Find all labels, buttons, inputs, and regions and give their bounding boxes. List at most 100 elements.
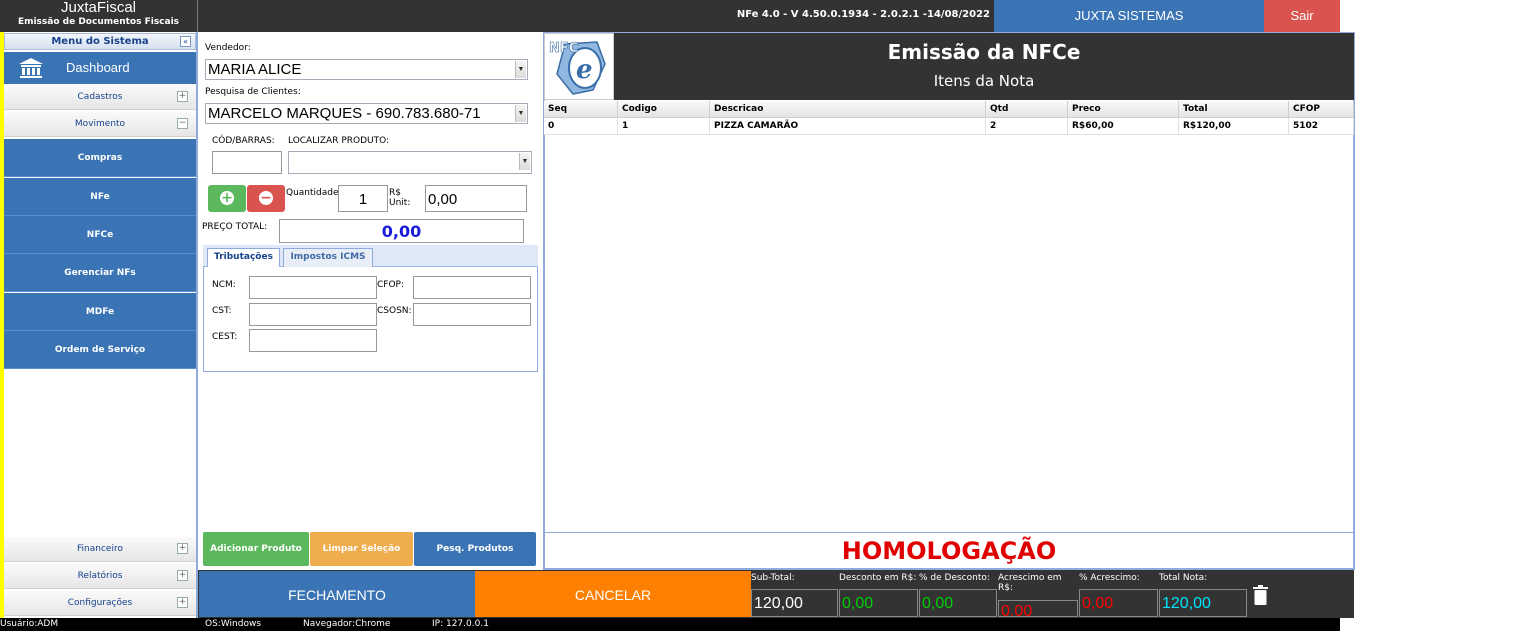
preco-total-value: 0,00 xyxy=(279,219,524,243)
column-header-seq[interactable]: Seq xyxy=(544,101,618,118)
column-header-total[interactable]: Total xyxy=(1179,101,1289,118)
ncm-input[interactable] xyxy=(249,276,377,299)
remove-quantity-button[interactable]: − xyxy=(247,185,285,212)
dashboard-label: Dashboard xyxy=(66,60,130,75)
status-os: OS:Windows xyxy=(205,619,262,629)
quantidade-input[interactable]: 1 xyxy=(338,185,388,212)
cest-input[interactable] xyxy=(249,329,377,352)
sidebar-item-label: Configurações xyxy=(67,598,133,608)
sidebar-item-nfce[interactable]: NFCe xyxy=(4,216,196,254)
sidebar-item-compras[interactable]: Compras xyxy=(4,139,196,177)
table-cell-cfop[interactable]: 5102 xyxy=(1289,118,1354,135)
cst-input[interactable] xyxy=(249,303,377,326)
chevron-down-icon[interactable]: ▼ xyxy=(519,153,530,170)
cfop-input[interactable] xyxy=(413,276,531,299)
menu-title: Menu do Sistema xyxy=(4,33,196,50)
desconto-pct-label: % de Desconto: xyxy=(919,573,990,583)
sidebar-item-movimento[interactable]: Movimento − xyxy=(4,112,196,137)
table-cell-qtd[interactable]: 2 xyxy=(986,118,1068,135)
cliente-value: MARCELO MARQUES - 690.783.680-71 xyxy=(208,105,481,122)
version-text: NFe 4.0 - V 4.50.0.1934 - 2.0.2.1 -14/08… xyxy=(736,9,990,20)
total-nota-value: 120,00 xyxy=(1159,589,1247,617)
sidebar-item-ordem-servico[interactable]: Ordem de Serviço xyxy=(4,331,196,369)
acrescimo-rs-label: Acrescimo em R$: xyxy=(998,573,1062,593)
sidebar-item-configuracoes[interactable]: Configurações + xyxy=(4,591,196,616)
preco-total-label: PREÇO TOTAL: xyxy=(202,222,268,232)
pesq-produtos-button[interactable]: Pesq. Produtos xyxy=(414,532,536,566)
status-ip: IP: 127.0.0.1 xyxy=(432,619,489,629)
sidebar-item-label: Cadastros xyxy=(77,92,123,102)
acrescimo-pct-input[interactable]: 0,00 xyxy=(1079,589,1158,617)
unit-label-text: Unit: xyxy=(389,198,411,208)
ncm-label: NCM: xyxy=(212,280,236,290)
desconto-rs-input[interactable]: 0,00 xyxy=(839,589,918,617)
sidebar-item-label: Movimento xyxy=(74,119,126,129)
chevron-down-icon[interactable]: ▼ xyxy=(515,61,526,78)
localizar-label: LOCALIZAR PRODUTO: xyxy=(288,136,390,146)
logo-e-text: e xyxy=(576,55,593,85)
cliente-select[interactable]: MARCELO MARQUES - 690.783.680-71 ▼ xyxy=(205,103,528,124)
vendedor-select[interactable]: MARIA ALICE ▼ xyxy=(205,59,528,80)
desconto-rs-label: Desconto em R$: xyxy=(839,573,917,583)
tab-tributacoes[interactable]: Tributações xyxy=(207,248,280,267)
sidebar-item-relatorios[interactable]: Relatórios + xyxy=(4,564,196,589)
collapse-icon[interactable]: − xyxy=(177,118,188,129)
column-header-codigo[interactable]: Codigo xyxy=(618,101,710,118)
sidebar-item-mdfe[interactable]: MDFe xyxy=(4,293,196,331)
dashboard-button[interactable]: Dashboard xyxy=(4,52,196,84)
plus-circle-icon: + xyxy=(220,190,234,206)
tab-impostos-icms[interactable]: Impostos ICMS xyxy=(283,248,373,267)
subtotal-value: 120,00 xyxy=(751,589,838,617)
expand-icon[interactable]: + xyxy=(177,91,188,102)
cliente-label: Pesquisa de Clientes: xyxy=(205,87,301,97)
column-header-cfop[interactable]: CFOP xyxy=(1289,101,1354,118)
trash-icon[interactable] xyxy=(1253,585,1268,605)
nfce-logo: NFC e xyxy=(544,33,614,100)
csosn-input[interactable] xyxy=(413,303,531,326)
expand-icon[interactable]: + xyxy=(177,543,188,554)
table-cell-preco[interactable]: R$60,00 xyxy=(1068,118,1179,135)
subtotal-label: Sub-Total: xyxy=(751,573,795,583)
expand-icon[interactable]: + xyxy=(177,597,188,608)
table-cell-total[interactable]: R$120,00 xyxy=(1179,118,1289,135)
page-subtitle: Itens da Nota xyxy=(933,72,1035,90)
exit-button[interactable]: Sair xyxy=(1264,0,1340,32)
cst-label: CST: xyxy=(212,306,232,316)
column-header-preco[interactable]: Preco xyxy=(1068,101,1179,118)
company-button[interactable]: JUXTA SISTEMAS xyxy=(994,0,1264,32)
limpar-selecao-button[interactable]: Limpar Seleção xyxy=(310,532,413,566)
codbarras-input[interactable] xyxy=(212,151,282,174)
chevron-down-icon[interactable]: ▼ xyxy=(515,105,526,122)
adicionar-produto-button[interactable]: Adicionar Produto xyxy=(203,532,309,566)
menu-collapse-icon[interactable]: « xyxy=(180,36,191,47)
table-cell-codigo[interactable]: 1 xyxy=(618,118,710,135)
sidebar-item-financeiro[interactable]: Financeiro + xyxy=(4,537,196,562)
sidebar-item-nfe[interactable]: NFe xyxy=(4,178,196,216)
column-header-descricao[interactable]: Descricao xyxy=(710,101,986,118)
table-cell-seq[interactable]: 0 xyxy=(544,118,618,135)
unit-price-input[interactable]: 0,00 xyxy=(425,185,527,212)
localizar-produto-select[interactable]: ▼ xyxy=(288,151,532,174)
add-quantity-button[interactable]: + xyxy=(208,185,246,212)
nfce-logo-graphic: NFC e xyxy=(549,41,606,95)
column-header-qtd[interactable]: Qtd xyxy=(986,101,1068,118)
status-bar: Usuário:ADM OS:Windows Navegador:Chrome … xyxy=(0,618,1340,631)
environment-banner: HOMOLOGAÇÃO xyxy=(544,532,1354,568)
sidebar-item-label: Relatórios xyxy=(77,571,123,581)
fechamento-button[interactable]: FECHAMENTO xyxy=(199,571,475,617)
expand-icon[interactable]: + xyxy=(177,570,188,581)
table-cell-descricao[interactable]: PIZZA CAMARÃO xyxy=(710,118,986,135)
sidebar-item-cadastros[interactable]: Cadastros + xyxy=(4,85,196,110)
cfop-label: CFOP: xyxy=(377,280,405,290)
status-navegador: Navegador:Chrome xyxy=(303,619,391,629)
cancelar-button[interactable]: CANCELAR xyxy=(475,571,751,617)
total-nota-label: Total Nota: xyxy=(1159,573,1208,583)
sidebar-item-gerenciar-nfs[interactable]: Gerenciar NFs xyxy=(4,254,196,292)
status-usuario: Usuário:ADM xyxy=(0,619,59,629)
desconto-pct-input[interactable]: 0,00 xyxy=(919,589,997,617)
unit-label: R$ Unit: xyxy=(389,188,410,208)
codbarras-label: CÓD/BARRAS: xyxy=(212,136,275,146)
acrescimo-rs-input[interactable]: 0,00 xyxy=(998,600,1078,617)
csosn-label: CSOSN: xyxy=(377,306,412,316)
logo-nfc-text: NFC xyxy=(549,41,578,56)
